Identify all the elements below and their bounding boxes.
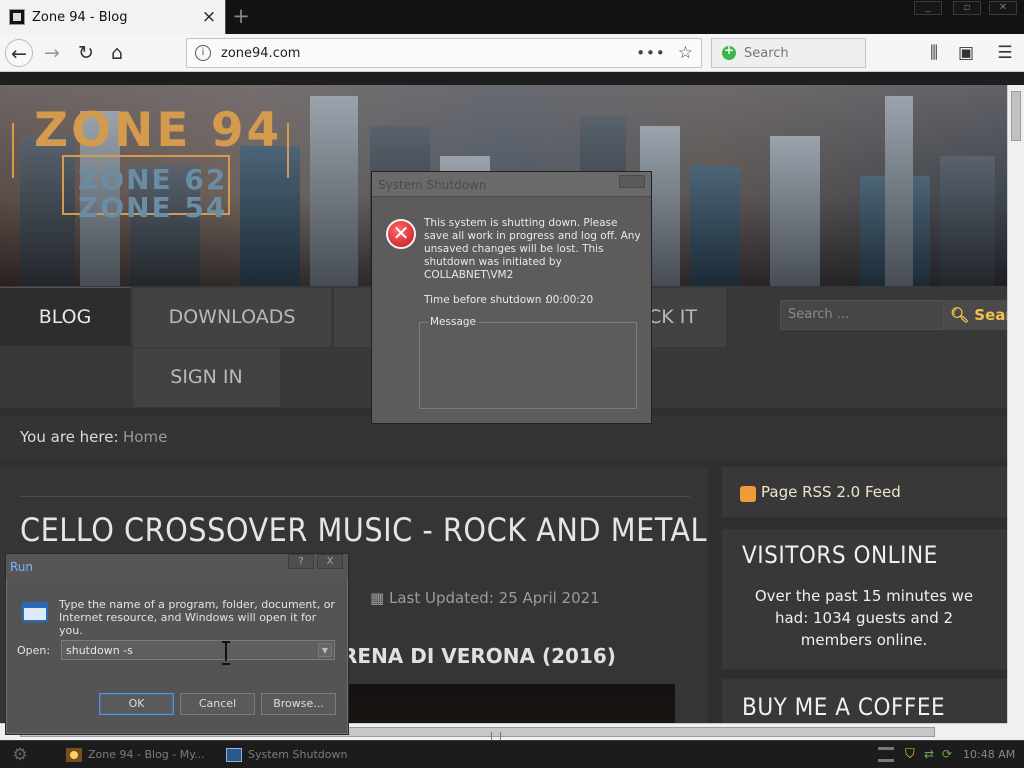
visitors-widget: VISITORS ONLINE Over the past 15 minutes… [722, 529, 1007, 669]
site-search-button[interactable]: 🔍︎ Search [944, 300, 1007, 330]
article-subtitle: RENA DI VERONA (2016) [342, 644, 616, 668]
error-x-icon: ✕ [386, 219, 416, 249]
shutdown-dialog-close-button[interactable] [619, 175, 645, 188]
message-box-label: Message [428, 316, 479, 328]
rss-link[interactable]: Page RSS 2.0 Feed [761, 483, 901, 501]
url-text[interactable]: zone94.com [221, 46, 636, 61]
keyboard-icon[interactable] [878, 747, 894, 762]
window-minimize-button[interactable]: _ [914, 1, 942, 15]
taskbar-item-browser-label: Zone 94 - Blog - My... [88, 748, 205, 761]
rss-widget: Page RSS 2.0 Feed [722, 467, 1007, 517]
desktop: Zone 94 - Blog × + _ ▫ ✕ ← → ↻ ⌂ i zone9… [0, 0, 1024, 768]
search-engine-icon[interactable] [722, 43, 736, 60]
site-favicon-icon [9, 9, 25, 25]
browser-search-input[interactable] [744, 45, 864, 61]
breadcrumb-home-link[interactable]: Home [123, 428, 167, 446]
site-info-icon[interactable]: i [195, 45, 211, 61]
run-instructions: Type the name of a program, folder, docu… [59, 598, 335, 637]
back-arrow-icon[interactable]: ← [5, 39, 33, 67]
window-maximize-button[interactable]: ▫ [953, 1, 981, 15]
taskbar-item-shutdown-label: System Shutdown [248, 748, 348, 761]
coffee-title: BUY ME A COFFEE [742, 693, 946, 721]
browser-tab-bar: Zone 94 - Blog × + _ ▫ ✕ [0, 0, 1024, 34]
open-combobox[interactable]: ▼ [61, 640, 335, 660]
new-tab-button[interactable]: + [230, 5, 252, 27]
network-icon[interactable]: ⇄ [924, 747, 940, 762]
firefox-icon [66, 748, 82, 762]
visitors-title: VISITORS ONLINE [742, 541, 938, 569]
shutdown-message-box: Message [419, 316, 637, 409]
reload-icon[interactable]: ↻ [72, 39, 100, 67]
site-search-input[interactable]: Search ... [780, 300, 944, 330]
browse-button[interactable]: Browse... [261, 693, 336, 715]
site-search-button-label: Search [974, 306, 1007, 324]
star-icon[interactable]: ☆ [678, 43, 693, 63]
taskbar-clock[interactable]: 10:48 AM [963, 748, 1015, 761]
browser-search-box[interactable] [711, 38, 866, 68]
menu-item-blog[interactable]: BLOG [0, 287, 130, 346]
time-before-shutdown-label: Time before shutdown : [424, 294, 549, 306]
run-dialog: Run ? X Type the name of a program, fold… [5, 553, 349, 735]
page-actions-icon[interactable]: ••• [636, 44, 666, 62]
rss-icon [740, 486, 756, 502]
start-button[interactable]: ⚙︎ [8, 744, 32, 766]
taskbar: ⚙︎ Zone 94 - Blog - My... System Shutdow… [0, 740, 1024, 768]
article-title[interactable]: CELLO CROSSOVER MUSIC - ROCK AND METAL [20, 511, 707, 549]
browser-tab-active[interactable]: Zone 94 - Blog × [0, 0, 226, 34]
run-dialog-titlebar[interactable]: Run ? X [6, 554, 348, 578]
logo-main-text: ZONE 94 [34, 103, 283, 158]
coffee-widget: BUY ME A COFFEE [722, 679, 1007, 723]
browser-nav-bar: ← → ↻ ⌂ i zone94.com ••• ☆ ⫼ ▣ ☰ [0, 34, 1024, 72]
address-bar[interactable]: i zone94.com ••• ☆ [186, 38, 702, 68]
site-logo[interactable]: ZONE 94 ZONE 62 ZONE 54 [12, 103, 302, 233]
help-button[interactable]: ? [288, 554, 314, 569]
forward-arrow-icon[interactable]: → [38, 39, 66, 67]
taskbar-item-browser[interactable]: Zone 94 - Blog - My... [66, 745, 205, 765]
logo-sub-text-2: ZONE 54 [78, 191, 228, 224]
home-icon[interactable]: ⌂ [103, 39, 131, 67]
sidebar-icon[interactable]: ▣ [954, 41, 978, 65]
shield-icon[interactable]: ⛉ [905, 747, 921, 762]
system-shutdown-dialog: System Shutdown ✕ This system is shuttin… [371, 171, 652, 424]
last-updated-text: Last Updated: 25 April 2021 [388, 589, 600, 607]
run-close-button[interactable]: X [317, 554, 343, 569]
hamburger-menu-icon[interactable]: ☰ [993, 41, 1017, 65]
divider [20, 496, 690, 497]
ok-button[interactable]: OK [99, 693, 174, 715]
menu-item-downloads[interactable]: DOWNLOADS [133, 288, 331, 347]
tab-close-icon[interactable]: × [200, 7, 218, 27]
calendar-icon: ▦ [370, 589, 385, 607]
window-icon [226, 748, 242, 762]
visitors-text: Over the past 15 minutes we had: 1034 gu… [754, 587, 974, 649]
run-dialog-title: Run [10, 560, 34, 574]
open-label: Open: [17, 644, 51, 657]
run-program-icon [18, 598, 50, 624]
library-icon[interactable]: ⫼ [922, 41, 946, 65]
breadcrumb-label: You are here: [20, 428, 119, 446]
sidebar: Page RSS 2.0 Feed VISITORS ONLINE Over t… [722, 467, 1007, 723]
menu-item-sign-in[interactable]: SIGN IN [133, 348, 280, 407]
shutdown-dialog-title: System Shutdown [378, 178, 487, 192]
cancel-button[interactable]: Cancel [180, 693, 255, 715]
tab-title: Zone 94 - Blog [32, 9, 128, 25]
shutdown-dialog-titlebar[interactable]: System Shutdown [372, 172, 651, 197]
taskbar-item-shutdown[interactable]: System Shutdown [226, 745, 347, 765]
sync-icon[interactable]: ⟳ [942, 747, 958, 762]
time-before-shutdown-value: 00:00:20 [546, 294, 594, 306]
window-close-button[interactable]: ✕ [989, 1, 1017, 15]
command-input[interactable] [66, 643, 306, 658]
page-vertical-scrollbar[interactable] [1007, 85, 1024, 723]
text-cursor-icon [222, 641, 230, 665]
shutdown-message: This system is shutting down. Please sav… [424, 217, 641, 281]
search-icon: 🔍︎ [950, 306, 970, 324]
video-thumbnail[interactable] [345, 684, 675, 723]
last-updated: ▦ Last Updated: 25 April 2021 [370, 589, 600, 607]
chevron-down-icon[interactable]: ▼ [318, 643, 332, 657]
